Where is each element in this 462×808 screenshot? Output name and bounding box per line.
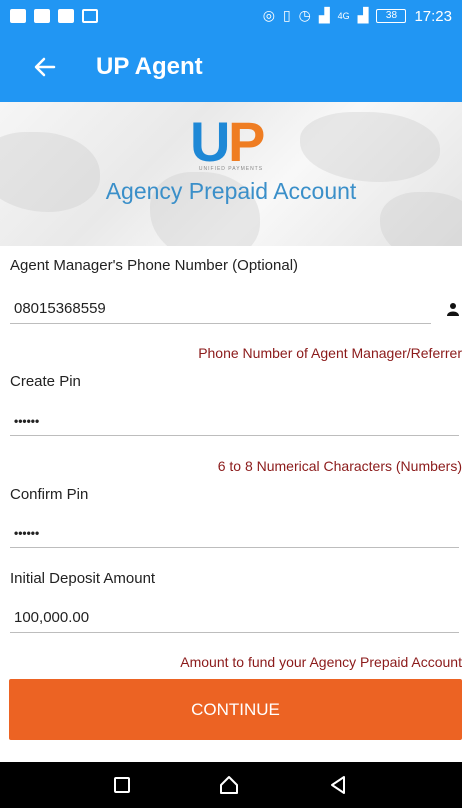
create-pin-label: Create Pin [10, 373, 81, 390]
network-type: 4G [337, 11, 350, 21]
manager-phone-field[interactable]: 08015368559 [10, 294, 431, 324]
status-left-icons [10, 9, 98, 23]
app-title: UP Agent [96, 53, 203, 80]
create-pin-hint: 6 to 8 Numerical Characters (Numbers) [217, 458, 462, 474]
location-icon: ◎ [262, 8, 275, 24]
logo-letter-p: P [228, 110, 266, 173]
logo-subtext: UNIFIED PAYMENTS [198, 166, 264, 172]
manager-phone-hint: Phone Number of Agent Manager/Referrer [198, 345, 462, 361]
back-icon[interactable] [328, 775, 348, 795]
logo-letter-u: U [190, 110, 231, 173]
initial-deposit-label: Initial Deposit Amount [10, 570, 156, 587]
arrow-left-icon[interactable] [20, 32, 70, 102]
battery-icon: 38 [376, 9, 407, 23]
continue-button[interactable]: CONTINUE [9, 679, 462, 740]
clock: 17:23 [414, 7, 452, 25]
initial-deposit-field[interactable]: 100,000.00 [10, 603, 459, 633]
manager-phone-label: Agent Manager's Phone Number (Optional) [10, 257, 299, 274]
image-icon [82, 9, 98, 23]
system-nav-bar [0, 762, 462, 808]
home-icon[interactable] [219, 775, 239, 795]
confirm-pin-field[interactable]: •••••• [10, 518, 459, 548]
person-icon[interactable] [447, 302, 459, 316]
youtube-icon [58, 9, 74, 23]
app-bar: UP Agent [0, 32, 462, 102]
message-icon [34, 9, 50, 23]
create-pin-field[interactable]: •••••• [10, 406, 459, 436]
confirm-pin-label: Confirm Pin [10, 486, 89, 503]
initial-deposit-hint: Amount to fund your Agency Prepaid Accou… [180, 654, 462, 670]
alarm-icon: ◷ [298, 8, 311, 24]
status-right-icons: ◎ ▯ ◷ ▟ 4G ▟ 38 17:23 [263, 8, 452, 25]
vibrate-icon: ▯ [282, 8, 291, 24]
status-bar: ◎ ▯ ◷ ▟ 4G ▟ 38 17:23 [0, 0, 462, 32]
up-logo: U P UNIFIED PAYMENTS [186, 114, 276, 178]
signal-icon: ▟ [318, 8, 330, 24]
banner-title: Agency Prepaid Account [105, 178, 357, 204]
gallery-icon [10, 9, 26, 23]
banner: U P UNIFIED PAYMENTS Agency Prepaid Acco… [0, 102, 462, 246]
network-signal-icon: ▟ [357, 8, 369, 24]
create-pin-value: •••••• [14, 414, 40, 428]
confirm-pin-value: •••••• [14, 526, 40, 540]
recent-apps-icon[interactable] [114, 777, 131, 793]
puzzle-decoration [300, 112, 440, 182]
